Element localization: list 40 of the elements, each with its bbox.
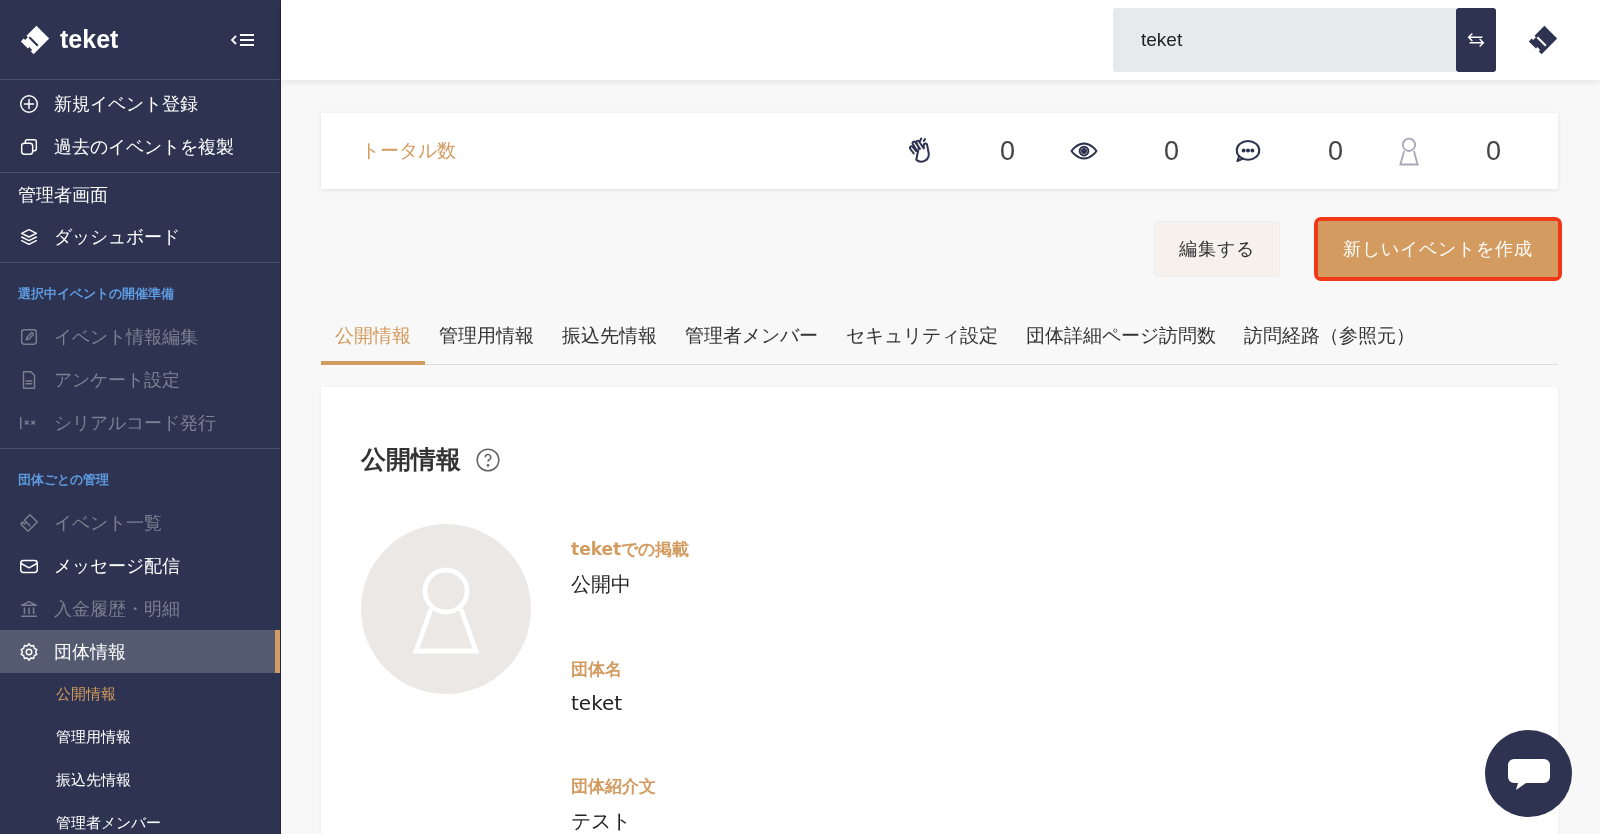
section-caption: 選択中イベントの開催準備 <box>17 285 175 303</box>
sidebar-item[interactable]: 過去のイベントを複製 <box>0 125 280 168</box>
help-icon[interactable] <box>475 446 501 473</box>
sidebar-title: 管理者画面 <box>17 183 109 207</box>
field-value: 公開中 <box>571 571 632 598</box>
stat-value: 0 <box>1486 135 1502 167</box>
sidebar-item[interactable]: 新規イベント登録 <box>0 82 280 125</box>
tab[interactable]: 管理者メンバー <box>671 311 832 365</box>
sidebar-item[interactable]: 団体情報 <box>0 630 280 673</box>
gear-icon <box>18 640 40 663</box>
plus-circle-icon <box>18 92 40 115</box>
field-label: teketでの掲載 <box>571 538 690 561</box>
section-title: 公開情報 <box>361 444 461 476</box>
sidebar-subitem[interactable]: 管理者メンバー <box>0 802 217 834</box>
ticket-icon[interactable] <box>1526 23 1560 57</box>
sidebar-subitem[interactable]: 公開情報 <box>0 673 172 716</box>
sidebar-subitem[interactable]: 振込先情報 <box>0 759 187 802</box>
totals-label: トータル数 <box>361 138 457 163</box>
tab[interactable]: 振込先情報 <box>548 311 671 365</box>
stat-value: 0 <box>1164 135 1180 167</box>
field-label: 団体名 <box>571 658 623 681</box>
search-field[interactable]: teket <box>1113 8 1456 72</box>
switch-button[interactable] <box>1456 8 1496 72</box>
edit-button[interactable]: 編集する <box>1154 221 1280 277</box>
ticket-icon <box>18 511 40 534</box>
tab[interactable]: 訪問経路（参照元） <box>1230 311 1429 365</box>
speech-bubble-icon <box>1505 756 1552 791</box>
field-label: 団体紹介文 <box>571 775 657 798</box>
tab[interactable]: セキュリティ設定 <box>832 311 1012 365</box>
sidebar-item[interactable]: ダッシュボード <box>0 215 280 258</box>
field-value: teket <box>571 691 624 715</box>
sidebar-item[interactable]: メッセージ配信 <box>0 544 280 587</box>
tab[interactable]: 管理用情報 <box>425 311 548 365</box>
stat-value: 0 <box>1000 135 1016 167</box>
logo-text: teket <box>60 25 119 54</box>
tab[interactable]: 団体詳細ページ訪問数 <box>1012 311 1230 365</box>
field-value: テスト <box>571 808 632 834</box>
section-caption: 団体ごとの管理 <box>17 471 110 489</box>
sidebar-subitem[interactable]: 管理用情報 <box>0 716 187 759</box>
stat-value: 0 <box>1328 135 1344 167</box>
